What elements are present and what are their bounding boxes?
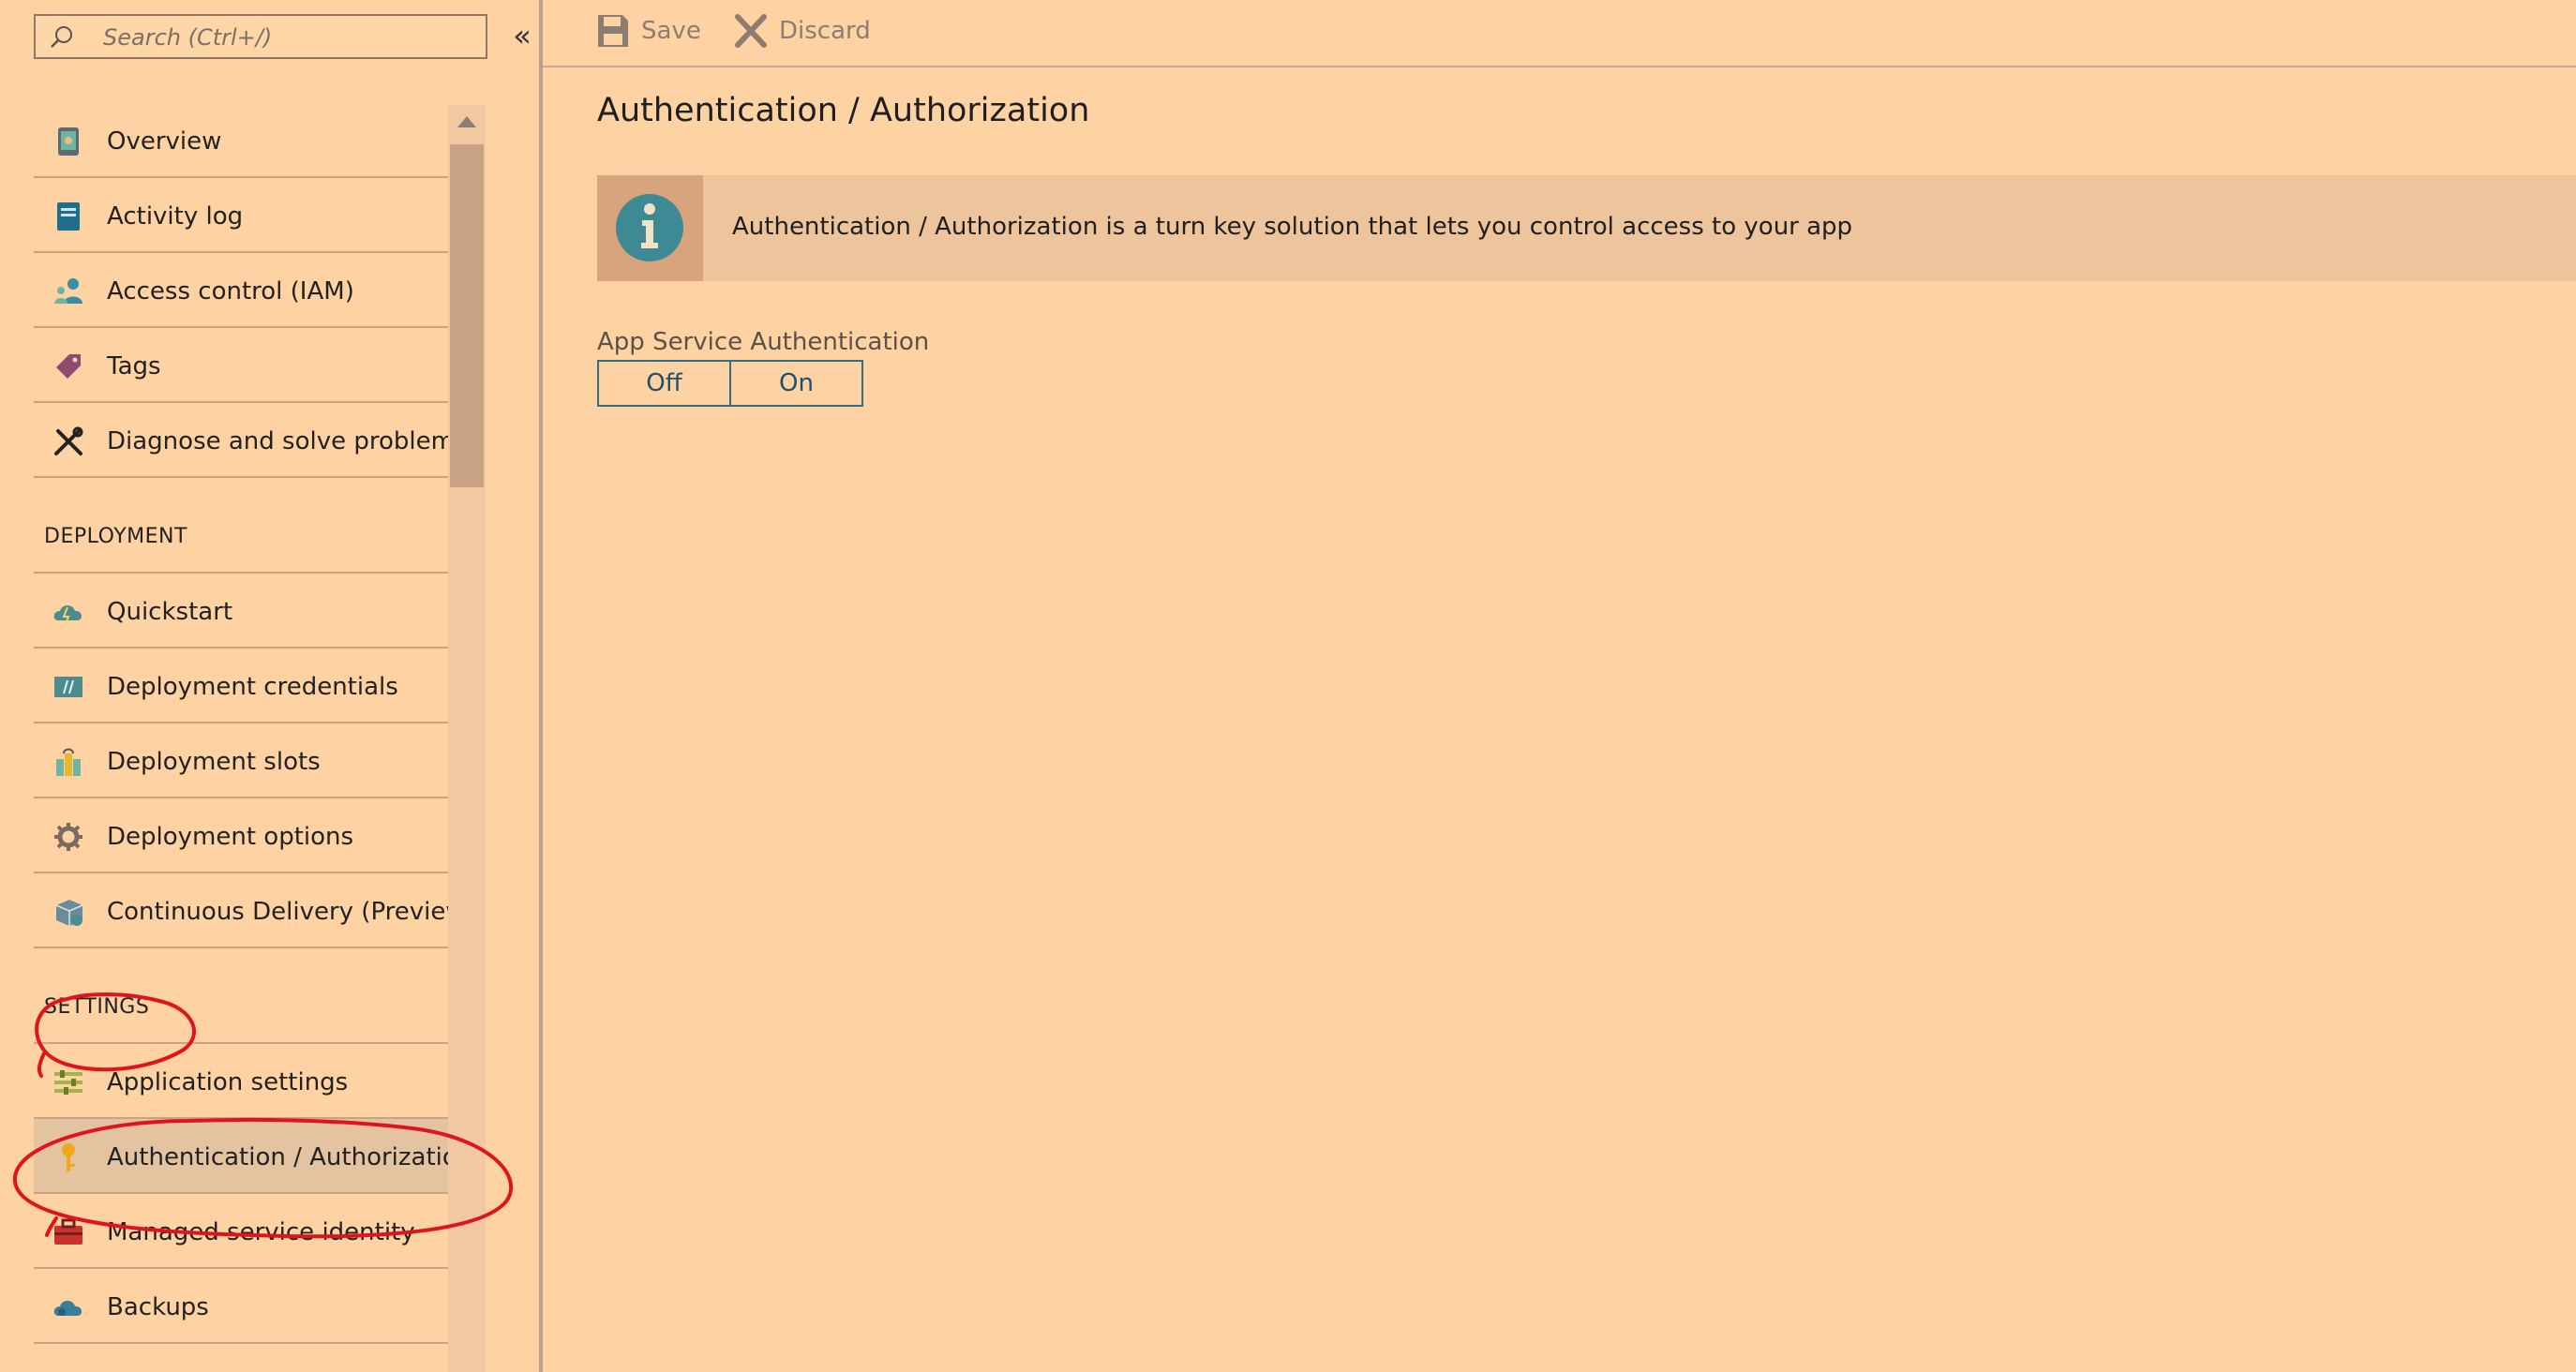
save-button[interactable]: Save xyxy=(596,13,709,51)
section-header-settings: SETTINGS xyxy=(34,948,448,1044)
toggle-off-option[interactable]: Off xyxy=(599,362,729,405)
sidebar-item-label: Backups xyxy=(107,1293,209,1321)
slots-icon xyxy=(56,748,81,776)
activity-log-icon xyxy=(57,202,80,231)
sidebar-item-backups[interactable]: Backups xyxy=(34,1269,448,1344)
info-icon-box xyxy=(597,175,703,281)
sidebar-item-tags[interactable]: Tags xyxy=(34,328,448,403)
sidebar-item-deployment-credentials[interactable]: Deployment credentials xyxy=(34,649,448,723)
sidebar-item-label: Diagnose and solve problems xyxy=(107,427,468,455)
sidebar-nav: Overview Activity log Access control (IAM)… xyxy=(34,103,475,1344)
sidebar-item-application-settings[interactable]: Application settings xyxy=(34,1044,448,1119)
scroll-thumb[interactable] xyxy=(450,144,484,487)
discard-label: Discard xyxy=(779,17,871,45)
sidebar-item-label: Tags xyxy=(107,352,161,380)
sidebar-item-diagnose-and-solve-problems[interactable]: Diagnose and solve problems xyxy=(34,403,468,478)
sidebar-item-label: Deployment slots xyxy=(107,748,321,776)
info-icon xyxy=(616,194,683,261)
cloud-backup-icon xyxy=(53,1301,82,1316)
page-title: Authentication / Authorization xyxy=(597,92,1090,129)
close-icon xyxy=(735,14,767,48)
quickstart-cloud-icon xyxy=(53,605,82,625)
app-service-auth-toggle[interactable]: Off On xyxy=(597,360,863,407)
access-control-icon xyxy=(54,278,82,304)
sidebar-item-label: Authentication / Authorization xyxy=(107,1143,473,1171)
overview-icon xyxy=(58,127,79,156)
sidebar-item-label: Application settings xyxy=(107,1068,349,1096)
save-icon xyxy=(598,15,628,47)
scroll-up-arrow-icon[interactable] xyxy=(457,116,476,127)
sidebar-item-label: Deployment credentials xyxy=(107,673,398,701)
sidebar-item-quickstart[interactable]: Quickstart xyxy=(34,574,448,649)
sidebar-item-label: Managed service identity xyxy=(107,1218,415,1246)
search-box[interactable] xyxy=(34,14,487,59)
section-header-label: DEPLOYMENT xyxy=(44,525,187,548)
panel-divider xyxy=(539,0,543,1372)
sidebar-item-overview[interactable]: Overview xyxy=(34,103,448,178)
section-header-label: SETTINGS xyxy=(44,995,150,1019)
tag-icon xyxy=(56,354,81,379)
app-service-auth-label: App Service Authentication xyxy=(597,328,930,356)
search-input[interactable] xyxy=(101,22,480,53)
sidebar-item-managed-service-identity[interactable]: Managed service identity xyxy=(34,1194,448,1269)
sidebar-item-label: Overview xyxy=(107,127,222,156)
info-banner: Authentication / Authorization is a turn… xyxy=(597,175,2576,281)
sidebar-item-continuous-delivery-preview[interactable]: Continuous Delivery (Preview) xyxy=(34,873,475,948)
sidebar: « Overview Activity log Access control (IA… xyxy=(0,0,539,1372)
toolbox-icon xyxy=(54,1218,82,1245)
sidebar-item-authentication-authorization[interactable]: Authentication / Authorization xyxy=(34,1119,472,1194)
sidebar-scrollbar[interactable] xyxy=(448,105,486,1372)
section-header-deployment: DEPLOYMENT xyxy=(34,478,448,574)
sidebar-item-label: Quickstart xyxy=(107,598,233,626)
sidebar-item-label: Access control (IAM) xyxy=(107,277,354,306)
gear-icon xyxy=(54,823,82,851)
sidebar-item-deployment-options[interactable]: Deployment options xyxy=(34,798,448,873)
sidebar-item-activity-log[interactable]: Activity log xyxy=(34,178,448,253)
info-banner-text: Authentication / Authorization is a turn… xyxy=(732,213,1853,241)
sidebar-item-label: Deployment options xyxy=(107,823,354,851)
collapse-sidebar-button[interactable]: « xyxy=(506,19,538,52)
wrench-icon xyxy=(54,426,83,455)
discard-button[interactable]: Discard xyxy=(734,13,884,51)
search-icon xyxy=(51,26,72,48)
app-settings-icon xyxy=(54,1070,82,1095)
command-bar: Save Discard xyxy=(543,0,2576,67)
toggle-on-option[interactable]: On xyxy=(729,362,861,405)
delivery-box-icon xyxy=(55,900,83,926)
key-icon xyxy=(62,1143,75,1171)
sidebar-item-label: Activity log xyxy=(107,202,244,231)
app-window: « Overview Activity log Access control (IA… xyxy=(0,0,2576,1372)
sidebar-item-label: Continuous Delivery (Preview) xyxy=(107,898,475,926)
credentials-icon xyxy=(54,677,82,697)
sidebar-item-access-control-iam[interactable]: Access control (IAM) xyxy=(34,253,448,328)
save-label: Save xyxy=(641,17,701,45)
sidebar-item-deployment-slots[interactable]: Deployment slots xyxy=(34,723,448,798)
